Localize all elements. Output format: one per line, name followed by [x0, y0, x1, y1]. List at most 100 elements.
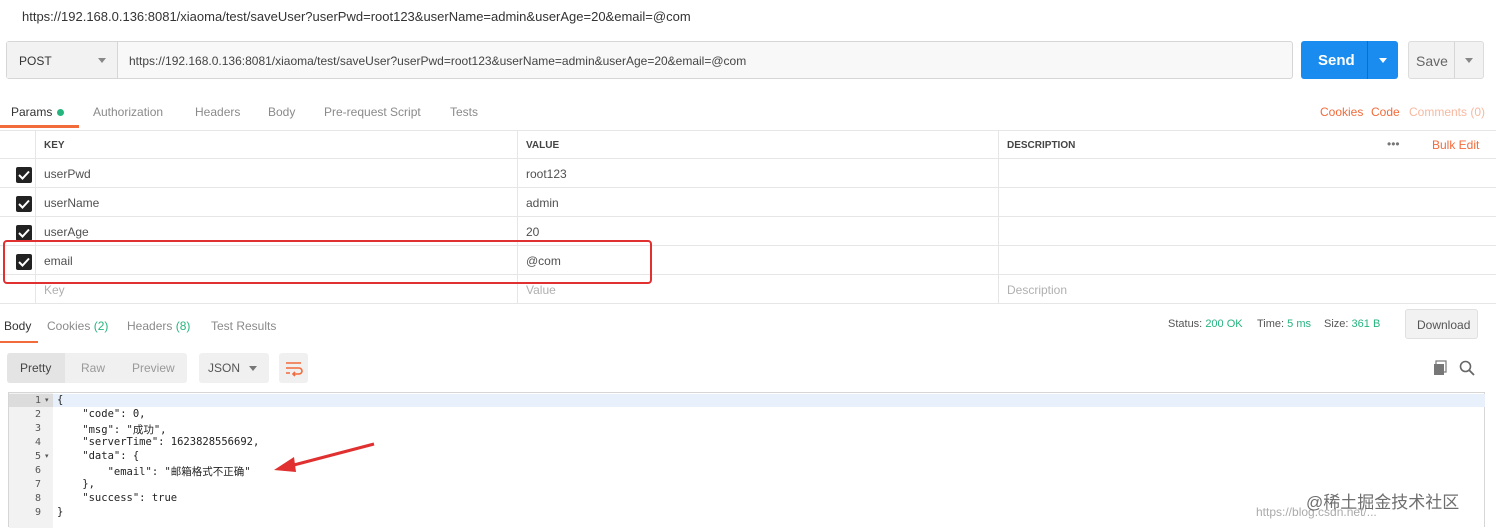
active-line-highlight [53, 394, 1485, 407]
description-cell[interactable] [999, 159, 1496, 187]
table-header-row: KEY VALUE DESCRIPTION ••• Bulk Edit [0, 130, 1496, 159]
code-line: "data": { [57, 450, 140, 462]
line-number: 5 [34, 451, 41, 462]
line-number: 3 [34, 423, 41, 434]
time-value: 5 ms [1287, 318, 1311, 330]
tab-headers[interactable]: Headers [195, 105, 240, 119]
response-tab-body[interactable]: Body [4, 319, 31, 333]
param-key: userName [44, 196, 100, 210]
key-cell[interactable]: userPwd [36, 159, 518, 187]
code-link[interactable]: Code [1371, 105, 1400, 119]
status-label: Status: [1168, 318, 1203, 330]
preview-button[interactable]: Preview [132, 361, 175, 375]
response-tab-headers[interactable]: Headers (8) [127, 319, 190, 333]
description-column-header: DESCRIPTION [1007, 140, 1076, 151]
format-toggle: Pretty Raw Preview [7, 353, 187, 383]
fold-icon[interactable]: ▾ [45, 396, 49, 404]
save-options-chevron-icon[interactable] [1465, 58, 1473, 63]
description-cell[interactable] [999, 246, 1496, 274]
value-placeholder: Value [526, 283, 556, 297]
cookies-link[interactable]: Cookies [1320, 105, 1363, 119]
request-bar: POST https://192.168.0.136:8081/xiaoma/t… [6, 41, 1293, 79]
table-row: userPwd root123 [0, 159, 1496, 188]
line-number: 2 [34, 409, 41, 420]
tab-params[interactable]: Params [11, 105, 52, 119]
line-number: 9 [34, 507, 41, 518]
param-value: admin [526, 196, 559, 210]
method-select[interactable]: POST [7, 42, 118, 78]
code-line: }, [57, 478, 95, 490]
annotation-arrow-icon [274, 442, 375, 472]
code-line: } [57, 506, 64, 518]
key-cell[interactable]: userName [36, 188, 518, 216]
row-checkbox[interactable] [16, 225, 32, 241]
send-options-chevron-icon[interactable] [1379, 58, 1387, 63]
description-cell[interactable] [999, 217, 1496, 245]
window-title-url: https://192.168.0.136:8081/xiaoma/test/s… [22, 9, 691, 24]
tab-tests[interactable]: Tests [450, 105, 478, 119]
value-cell[interactable]: admin [518, 188, 999, 216]
method-label: POST [19, 54, 52, 68]
comments-link[interactable]: Comments (0) [1409, 105, 1485, 119]
save-divider [1454, 42, 1455, 78]
download-label: Download [1417, 318, 1471, 332]
url-input[interactable]: https://192.168.0.136:8081/xiaoma/test/s… [129, 54, 746, 68]
line-number: 8 [34, 493, 41, 504]
raw-button[interactable]: Raw [81, 361, 105, 375]
param-key: userPwd [44, 167, 91, 181]
language-select[interactable]: JSON [199, 353, 269, 383]
tab-body[interactable]: Body [268, 105, 295, 119]
chevron-down-icon [249, 366, 257, 371]
copy-icon[interactable] [1433, 360, 1449, 379]
send-label: Send [1318, 52, 1355, 69]
send-divider [1367, 41, 1368, 79]
download-button[interactable]: Download [1405, 309, 1478, 339]
pretty-button[interactable]: Pretty [20, 361, 51, 375]
tab-authorization[interactable]: Authorization [93, 105, 163, 119]
save-label: Save [1416, 53, 1448, 69]
row-checkbox[interactable] [16, 196, 32, 212]
value-cell[interactable]: root123 [518, 159, 999, 187]
param-value: 20 [526, 225, 540, 239]
row-checkbox[interactable] [16, 167, 32, 183]
new-description-input[interactable]: Description [999, 275, 1496, 303]
highlight-annotation-box [3, 240, 652, 284]
save-button[interactable]: Save [1408, 41, 1484, 79]
response-tab-test-results[interactable]: Test Results [211, 319, 276, 333]
line-number: 4 [34, 437, 41, 448]
size-value: 361 B [1351, 318, 1381, 330]
headers-count: (8) [175, 319, 191, 333]
wrap-lines-button[interactable] [279, 353, 308, 383]
param-key: userAge [44, 225, 89, 239]
response-tab-cookies[interactable]: Cookies (2) [47, 319, 108, 333]
response-tab-cookies-label: Cookies [47, 319, 91, 333]
tab-prerequest-script[interactable]: Pre-request Script [324, 105, 421, 119]
cookies-count: (2) [93, 319, 109, 333]
table-row: userName admin [0, 188, 1496, 217]
code-line: "code": 0, [57, 408, 146, 420]
more-options-icon[interactable]: ••• [1387, 137, 1400, 151]
code-line: "email": "邮箱格式不正确" [57, 466, 251, 478]
value-column-header: VALUE [526, 140, 560, 151]
status-value: 200 OK [1205, 318, 1243, 330]
language-label: JSON [208, 361, 241, 375]
description-cell[interactable] [999, 188, 1496, 216]
status-info: Status: 200 OK [1168, 318, 1243, 330]
active-tab-indicator [0, 125, 79, 128]
chevron-down-icon [98, 58, 106, 63]
send-button[interactable]: Send [1301, 41, 1398, 79]
code-line: "msg": "成功", [57, 424, 167, 436]
size-label: Size: [1324, 318, 1349, 330]
code-line: "serverTime": 1623828556692, [57, 436, 260, 448]
response-active-tab-indicator [0, 341, 38, 343]
bulk-edit-link[interactable]: Bulk Edit [1432, 138, 1479, 152]
code-line: "success": true [57, 492, 178, 504]
description-placeholder: Description [1007, 283, 1068, 297]
response-tab-headers-label: Headers [127, 319, 173, 333]
watermark: @稀土掘金技术社区 [1306, 493, 1460, 512]
key-placeholder: Key [44, 283, 65, 297]
params-active-dot [57, 109, 64, 116]
fold-icon[interactable]: ▾ [45, 452, 49, 460]
line-number: 1 [34, 395, 41, 406]
search-icon[interactable] [1459, 360, 1475, 379]
